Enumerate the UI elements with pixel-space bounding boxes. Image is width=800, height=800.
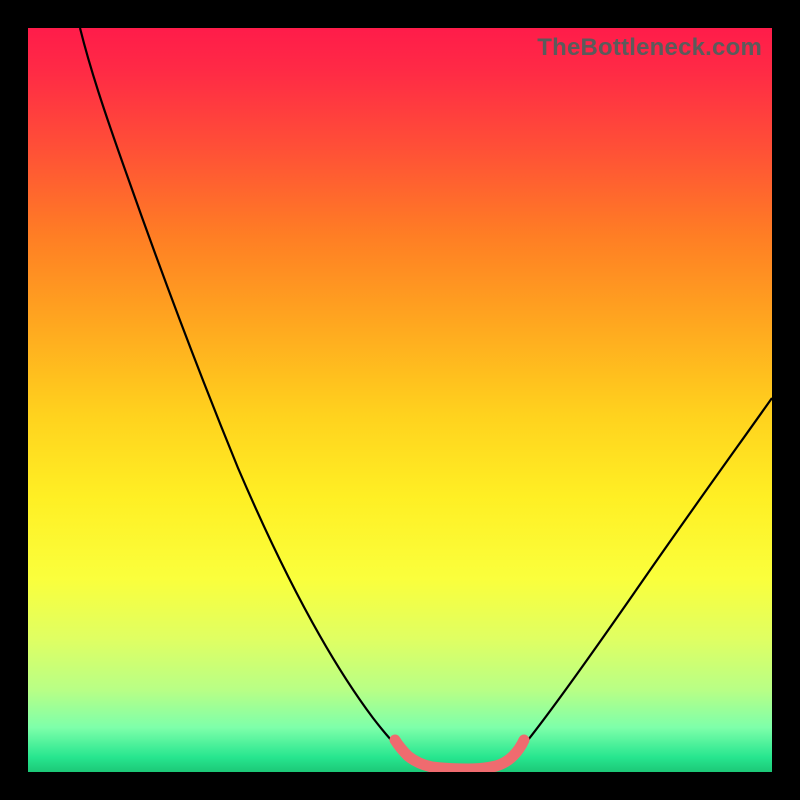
tolerance-band (395, 740, 524, 769)
watermark-text: TheBottleneck.com (537, 34, 762, 62)
chart-container: TheBottleneck.com (0, 0, 800, 800)
bottleneck-curve (80, 28, 772, 768)
plot-area: TheBottleneck.com (28, 28, 772, 772)
curve-layer (28, 28, 772, 772)
